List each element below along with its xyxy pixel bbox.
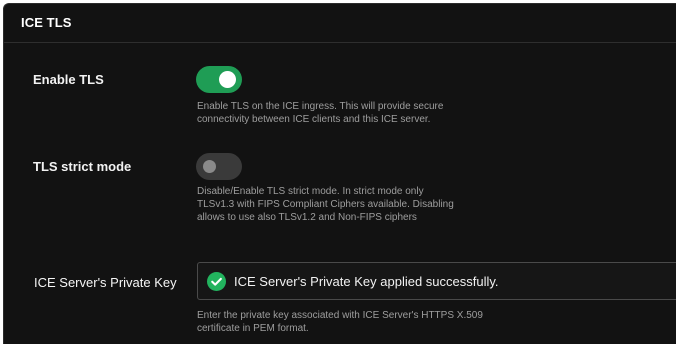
check-circle-icon	[207, 272, 226, 291]
panel-header: ICE TLS	[4, 4, 676, 43]
private-key-status-text: ICE Server's Private Key applied success…	[234, 274, 499, 289]
private-key-label: ICE Server's Private Key	[34, 275, 177, 290]
enable-tls-description: Enable TLS on the ICE ingress. This will…	[197, 101, 444, 125]
panel-title: ICE TLS	[21, 15, 72, 30]
strict-mode-label: TLS strict mode	[33, 159, 132, 174]
enable-tls-label: Enable TLS	[33, 72, 104, 87]
toggle-knob	[219, 71, 236, 88]
toggle-knob	[203, 160, 216, 173]
private-key-description: Enter the private key associated with IC…	[197, 310, 483, 334]
strict-mode-description: Disable/Enable TLS strict mode. In stric…	[197, 186, 454, 223]
enable-tls-toggle[interactable]	[196, 66, 242, 93]
ice-tls-panel: ICE TLS Enable TLS Enable TLS on the ICE…	[3, 3, 676, 344]
strict-mode-toggle[interactable]	[196, 153, 242, 180]
private-key-status-box[interactable]: ICE Server's Private Key applied success…	[197, 262, 676, 300]
